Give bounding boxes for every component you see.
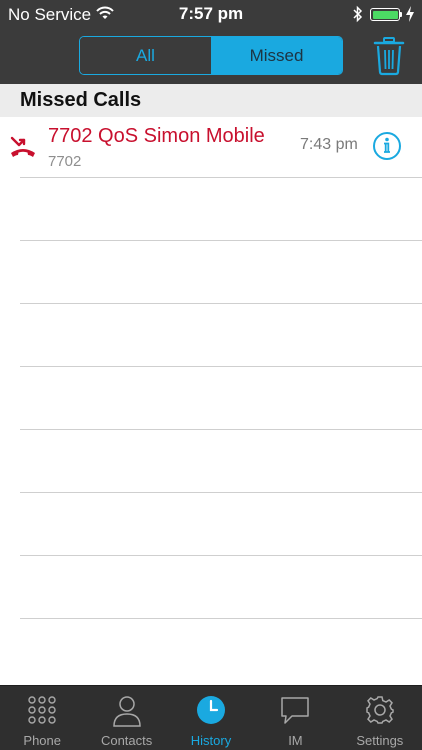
battery-icon: [370, 8, 400, 21]
charging-bolt-icon: [406, 6, 414, 22]
call-time: 7:43 pm: [300, 136, 358, 153]
trash-icon[interactable]: [372, 36, 406, 76]
call-row[interactable]: 7702 QoS Simon Mobile 7702 7:43 pm: [0, 117, 422, 177]
segment-missed[interactable]: Missed: [211, 37, 342, 74]
tab-label: IM: [288, 733, 303, 748]
tab-phone[interactable]: Phone: [0, 686, 84, 750]
segment-all[interactable]: All: [80, 37, 211, 74]
row-divider: [20, 366, 422, 367]
row-divider: [20, 618, 422, 619]
tab-contacts[interactable]: Contacts: [84, 686, 168, 750]
tab-label: History: [190, 733, 232, 748]
battery-tip: [400, 12, 402, 17]
status-bar: No Service 7:57 pm: [0, 0, 422, 28]
chat-bubble-icon: [281, 697, 310, 724]
row-divider: [20, 240, 422, 241]
bluetooth-icon: [353, 5, 363, 23]
row-divider: [20, 492, 422, 493]
tab-history[interactable]: History: [169, 686, 253, 750]
tab-label: Contacts: [100, 733, 153, 748]
section-header: Missed Calls: [0, 84, 422, 117]
tab-im[interactable]: IM: [253, 686, 337, 750]
row-divider: [20, 177, 422, 178]
history-filter-segmented-control: All Missed: [79, 36, 343, 75]
person-icon: [112, 696, 141, 727]
row-divider: [20, 555, 422, 556]
row-divider: [20, 429, 422, 430]
row-divider: [20, 303, 422, 304]
tab-label: Settings: [356, 733, 404, 748]
info-icon[interactable]: [372, 131, 402, 161]
top-bar: No Service 7:57 pm All Missed: [0, 0, 422, 84]
caller-name: 7702 QoS Simon Mobile: [48, 125, 265, 147]
gear-icon: [366, 696, 394, 724]
keypad-icon: [28, 696, 56, 724]
missed-call-icon: [10, 136, 35, 157]
clock-icon: [197, 696, 226, 724]
caller-number: 7702: [48, 153, 82, 170]
section-title: Missed Calls: [20, 89, 142, 111]
tab-settings[interactable]: Settings: [338, 686, 422, 750]
tab-bar: Phone Contacts History IM Settings: [0, 685, 422, 750]
tab-label: Phone: [23, 733, 61, 748]
